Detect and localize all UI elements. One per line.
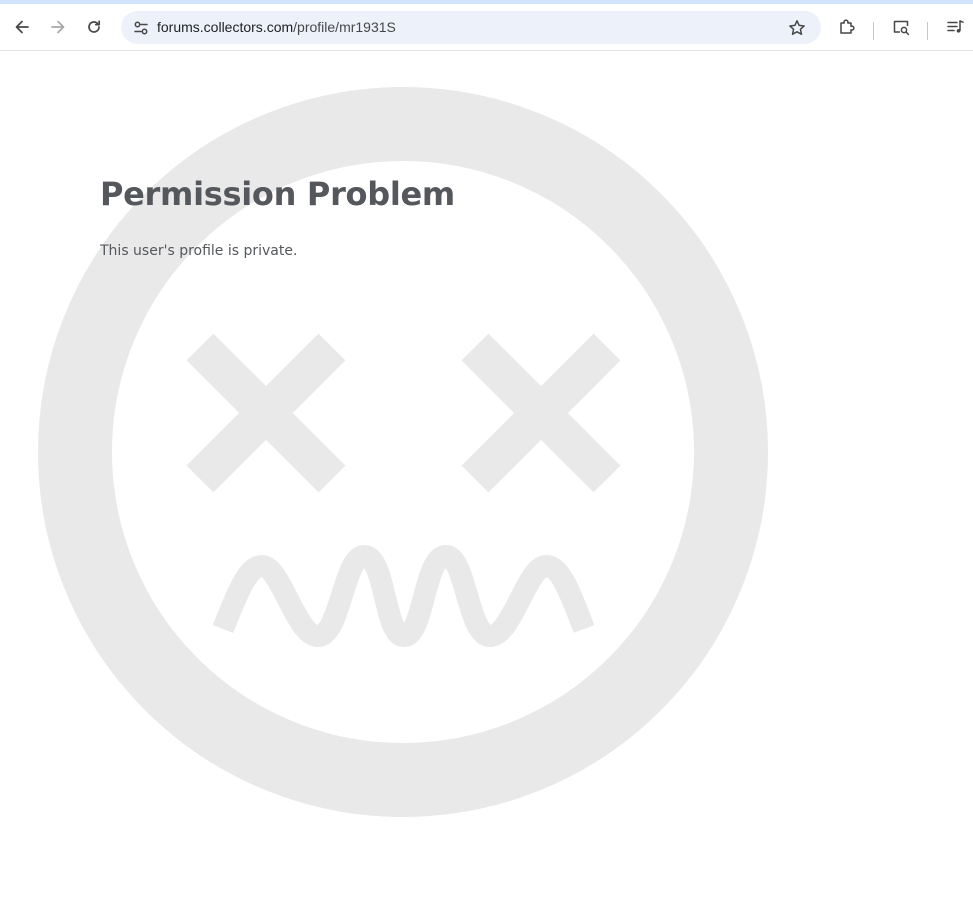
site-info-button[interactable]: [127, 14, 155, 42]
search-screen-icon: [893, 20, 910, 36]
url-path: /profile/mr1931S: [293, 19, 396, 35]
url-text[interactable]: forums.collectors.com/profile/mr1931S: [157, 11, 396, 44]
lens-button[interactable]: [885, 11, 917, 43]
back-button[interactable]: [6, 11, 38, 43]
extensions-button[interactable]: [831, 11, 863, 43]
arrow-right-icon: [51, 20, 65, 34]
address-bar[interactable]: forums.collectors.com/profile/mr1931S: [121, 11, 821, 44]
permission-message: This user's profile is private.: [100, 243, 298, 259]
browser-toolbar: forums.collectors.com/profile/mr1931S: [0, 4, 973, 51]
bookmark-button[interactable]: [783, 14, 811, 42]
toolbar-separator: [873, 22, 874, 40]
forward-button[interactable]: [42, 11, 74, 43]
reload-icon: [88, 20, 101, 33]
tune-icon: [134, 21, 148, 35]
queue-music-icon: [947, 20, 964, 33]
puzzle-icon: [840, 19, 855, 34]
toolbar-separator: [927, 22, 928, 40]
page-content: Permission Problem This user's profile i…: [0, 51, 973, 921]
reload-button[interactable]: [78, 11, 110, 43]
arrow-left-icon: [15, 20, 29, 34]
page-title: Permission Problem: [100, 175, 455, 213]
media-button[interactable]: [939, 11, 971, 43]
url-host: forums.collectors.com: [157, 19, 294, 35]
star-icon: [789, 20, 805, 36]
